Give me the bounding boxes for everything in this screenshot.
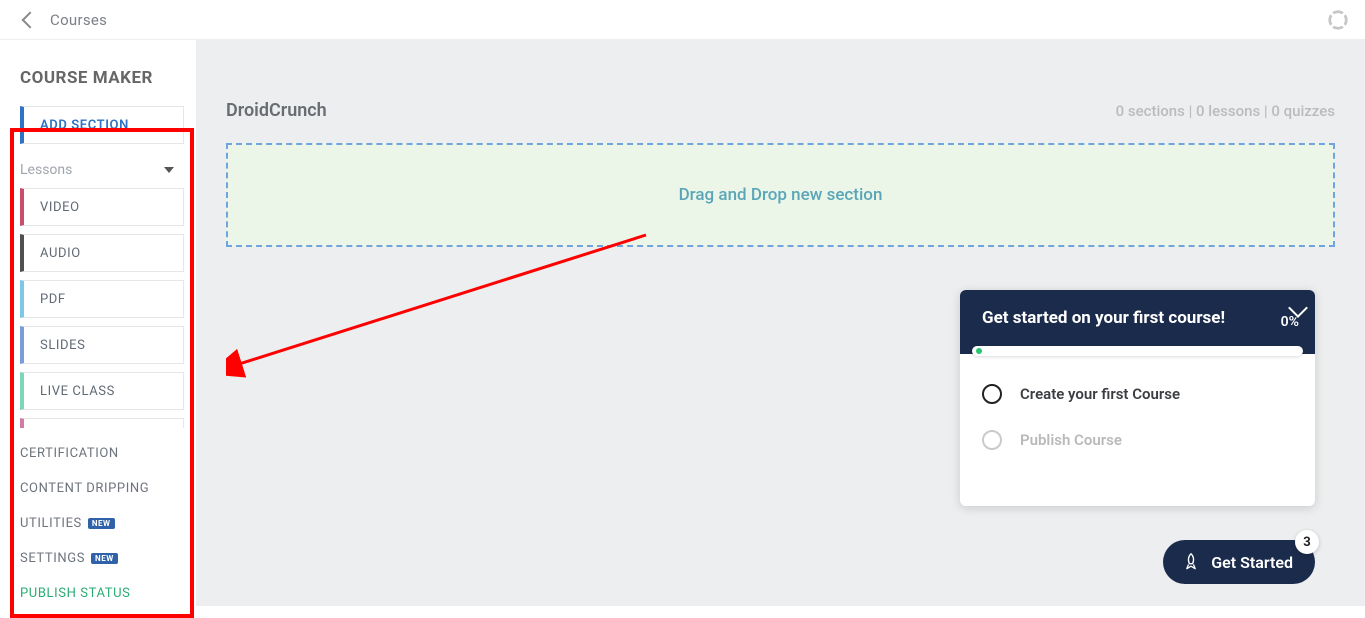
task-status-icon (982, 430, 1002, 450)
lesson-block-video[interactable]: VIDEO (20, 188, 184, 226)
section-dropzone[interactable]: Drag and Drop new section (226, 143, 1335, 247)
lesson-block-live-class[interactable]: LIVE CLASS (20, 372, 184, 410)
nav-utilities[interactable]: UTILITIES NEW (0, 506, 196, 541)
nav-label: CONTENT DRIPPING (20, 481, 149, 496)
nav-settings[interactable]: SETTINGS NEW (0, 541, 196, 576)
main-panel: DroidCrunch 0 sections | 0 lessons | 0 q… (196, 40, 1365, 606)
lessons-label: Lessons (20, 162, 72, 178)
task-create-course[interactable]: Create your first Course (982, 384, 1293, 404)
help-icon[interactable] (1327, 9, 1349, 31)
notification-count: 3 (1295, 530, 1319, 554)
nav-content-dripping[interactable]: CONTENT DRIPPING (0, 471, 196, 506)
onboarding-card: Get started on your first course! 0% Cre… (960, 290, 1315, 506)
nav-label: SETTINGS (20, 551, 85, 566)
course-header: DroidCrunch 0 sections | 0 lessons | 0 q… (226, 100, 1335, 121)
task-publish-course[interactable]: Publish Course (982, 430, 1293, 450)
nav-certification[interactable]: CERTIFICATION (0, 436, 196, 471)
new-badge: NEW (91, 553, 118, 564)
new-badge: NEW (88, 518, 115, 529)
onboarding-header: Get started on your first course! 0% (960, 290, 1315, 354)
onboarding-tasks: Create your first Course Publish Course (960, 360, 1315, 506)
progress-indicator (976, 348, 982, 354)
progress-bar-wrap (960, 346, 1315, 360)
task-label: Create your first Course (1020, 385, 1180, 403)
course-stats: 0 sections | 0 lessons | 0 quizzes (1116, 102, 1335, 120)
top-bar: Courses (0, 0, 1365, 40)
get-started-button[interactable]: Get Started 3 (1163, 540, 1315, 584)
sidebar-title: COURSE MAKER (0, 68, 196, 106)
lesson-block-audio[interactable]: AUDIO (20, 234, 184, 272)
lesson-block-pdf[interactable]: PDF (20, 280, 184, 318)
sidebar: COURSE MAKER ADD SECTION Lessons VIDEO A… (0, 40, 196, 606)
progress-bar (972, 346, 1303, 356)
onboarding-title: Get started on your first course! (982, 308, 1297, 328)
back-icon[interactable] (22, 11, 39, 28)
courses-link[interactable]: Courses (50, 11, 107, 29)
task-label: Publish Course (1020, 431, 1122, 449)
add-section-block[interactable]: ADD SECTION (20, 106, 184, 144)
chevron-down-icon (164, 167, 174, 173)
nav-label: CERTIFICATION (20, 446, 119, 461)
lesson-block-slides[interactable]: SLIDES (20, 326, 184, 364)
course-title: DroidCrunch (226, 100, 327, 121)
get-started-label: Get Started (1211, 553, 1293, 572)
rocket-icon (1181, 552, 1201, 572)
content-area: COURSE MAKER ADD SECTION Lessons VIDEO A… (0, 40, 1365, 606)
breadcrumb: Courses (24, 11, 107, 29)
onboarding-percent: 0% (1281, 314, 1299, 330)
nav-label: UTILITIES (20, 516, 82, 531)
dropzone-text: Drag and Drop new section (679, 185, 883, 205)
task-status-icon (982, 384, 1002, 404)
annotation-arrow (226, 225, 656, 395)
lesson-block-partial[interactable] (20, 418, 184, 428)
nav-label: PUBLISH STATUS (20, 586, 130, 601)
lessons-group-header[interactable]: Lessons (0, 152, 196, 188)
